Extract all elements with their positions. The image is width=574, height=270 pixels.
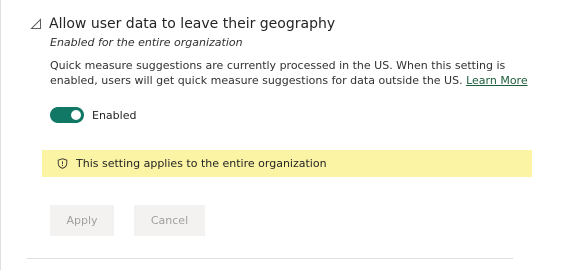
- setting-description: Quick measure suggestions are currently …: [50, 58, 536, 88]
- toggle-label: Enabled: [92, 108, 137, 122]
- setting-title: Allow user data to leave their geography: [49, 16, 336, 32]
- toggle-knob: [71, 110, 81, 120]
- section-divider: [27, 258, 513, 259]
- cancel-button[interactable]: Cancel: [134, 205, 205, 236]
- triangle-collapse-icon[interactable]: [30, 18, 42, 30]
- shield-info-icon: [57, 158, 68, 169]
- apply-button[interactable]: Apply: [50, 205, 114, 236]
- setting-description-text: Quick measure suggestions are currently …: [50, 59, 506, 87]
- tenant-setting-panel: Allow user data to leave their geography…: [0, 0, 574, 270]
- learn-more-link[interactable]: Learn More: [466, 74, 528, 87]
- enabled-toggle-row: Enabled: [50, 106, 136, 124]
- banner-text: This setting applies to the entire organ…: [76, 157, 327, 170]
- setting-subtitle: Enabled for the entire organization: [50, 36, 243, 49]
- info-banner: This setting applies to the entire organ…: [42, 150, 532, 177]
- panel-divider: [0, 0, 1, 270]
- enabled-toggle[interactable]: [50, 107, 84, 123]
